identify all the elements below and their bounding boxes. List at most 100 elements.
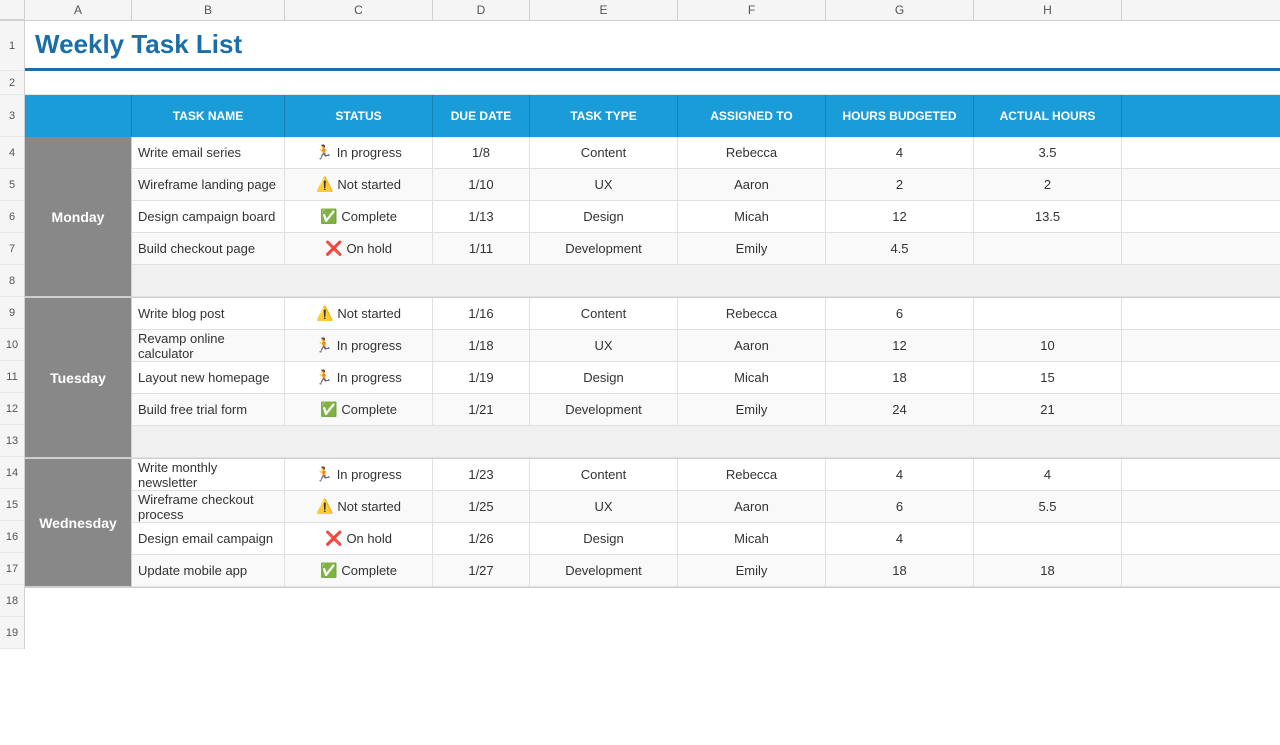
task-type: Development: [530, 555, 678, 586]
col-header-b: B: [132, 0, 285, 20]
task-name: Write email series: [132, 137, 285, 168]
status-label: Complete: [341, 402, 397, 417]
table-row: Update mobile app ✅ Complete 1/27 Develo…: [132, 555, 1280, 587]
due-date: 1/10: [433, 169, 530, 200]
actual-hours: [974, 233, 1122, 264]
th-status: STATUS: [285, 95, 433, 137]
status-icon: ✅: [320, 401, 337, 418]
monday-label: Monday: [25, 137, 132, 297]
wednesday-rows: Write monthly newsletter 🏃 In progress 1…: [132, 459, 1280, 587]
th-hours-budgeted: HOURS BUDGETED: [826, 95, 974, 137]
tuesday-label: Tuesday: [25, 298, 132, 458]
status-icon: ⚠️: [316, 176, 333, 193]
status-cell: ⚠️ Not started: [285, 491, 433, 522]
row-numbers: 1 2 3 4 5 6 7 8 9 10 11 12 13 14 15 16 1…: [0, 21, 25, 649]
task-name: Build free trial form: [132, 394, 285, 425]
task-name: Wireframe landing page: [132, 169, 285, 200]
row-num-11: 11: [0, 361, 24, 393]
spreadsheet: A B C D E F G H 1 2 3 4 5 6 7 8 9 10 11 …: [0, 0, 1280, 745]
assigned-to: Emily: [678, 233, 826, 264]
row-num-19: 19: [0, 617, 24, 649]
status-cell: ❌ On hold: [285, 523, 433, 554]
status-icon: ✅: [320, 562, 337, 579]
hours-budgeted: 6: [826, 298, 974, 329]
assigned-to: Rebecca: [678, 459, 826, 490]
table-row: Design campaign board ✅ Complete 1/13 De…: [132, 201, 1280, 233]
row-num-5: 5: [0, 169, 24, 201]
row-num-14: 14: [0, 457, 24, 489]
due-date: 1/11: [433, 233, 530, 264]
task-type: Design: [530, 523, 678, 554]
task-type: Content: [530, 137, 678, 168]
tuesday-section: Tuesday Write blog post ⚠️ Not started 1…: [25, 298, 1280, 459]
status-label: In progress: [337, 145, 402, 160]
row-num-18: 18: [0, 585, 24, 617]
due-date: 1/27: [433, 555, 530, 586]
actual-hours: 4: [974, 459, 1122, 490]
status-cell: 🏃 In progress: [285, 330, 433, 361]
col-header-d: D: [433, 0, 530, 20]
row-num-16: 16: [0, 521, 24, 553]
task-type: Development: [530, 394, 678, 425]
row-num-12: 12: [0, 393, 24, 425]
spreadsheet-title: Weekly Task List: [35, 29, 242, 60]
th-task-type: TASK TYPE: [530, 95, 678, 137]
row-num-17: 17: [0, 553, 24, 585]
tuesday-rows: Write blog post ⚠️ Not started 1/16 Cont…: [132, 298, 1280, 458]
task-name: Update mobile app: [132, 555, 285, 586]
status-cell: ✅ Complete: [285, 201, 433, 232]
monday-section: Monday Write email series 🏃 In progress …: [25, 137, 1280, 298]
row-num-7: 7: [0, 233, 24, 265]
table-row: Revamp online calculator 🏃 In progress 1…: [132, 330, 1280, 362]
status-cell: 🏃 In progress: [285, 459, 433, 490]
task-name: Write monthly newsletter: [132, 459, 285, 490]
th-actual-hours: ACTUAL HOURS: [974, 95, 1122, 137]
task-name: Write blog post: [132, 298, 285, 329]
row-num-6: 6: [0, 201, 24, 233]
assigned-to: Emily: [678, 394, 826, 425]
due-date: 1/8: [433, 137, 530, 168]
assigned-to: Micah: [678, 362, 826, 393]
row-num-10: 10: [0, 329, 24, 361]
hours-budgeted: 12: [826, 201, 974, 232]
status-cell: ❌ On hold: [285, 233, 433, 264]
col-header-c: C: [285, 0, 433, 20]
status-icon: ❌: [325, 240, 342, 257]
column-header-row: A B C D E F G H: [0, 0, 1280, 21]
status-icon: ⚠️: [316, 498, 333, 515]
title-row: Weekly Task List: [25, 21, 1280, 71]
table-row: Write monthly newsletter 🏃 In progress 1…: [132, 459, 1280, 491]
task-type: Design: [530, 362, 678, 393]
row-num-9: 9: [0, 297, 24, 329]
row-num-2: 2: [0, 71, 24, 95]
status-icon: ❌: [325, 530, 342, 547]
due-date: 1/19: [433, 362, 530, 393]
table-row: Layout new homepage 🏃 In progress 1/19 D…: [132, 362, 1280, 394]
hours-budgeted: 4: [826, 523, 974, 554]
hours-budgeted: 6: [826, 491, 974, 522]
hours-budgeted: 18: [826, 362, 974, 393]
hours-budgeted: 12: [826, 330, 974, 361]
task-type: UX: [530, 330, 678, 361]
status-label: Not started: [337, 499, 401, 514]
actual-hours: 13.5: [974, 201, 1122, 232]
status-cell: ✅ Complete: [285, 394, 433, 425]
col-header-e: E: [530, 0, 678, 20]
due-date: 1/18: [433, 330, 530, 361]
hours-budgeted: 18: [826, 555, 974, 586]
due-date: 1/25: [433, 491, 530, 522]
status-label: In progress: [337, 338, 402, 353]
row-num-15: 15: [0, 489, 24, 521]
status-label: Complete: [341, 563, 397, 578]
th-assigned-to: ASSIGNED TO: [678, 95, 826, 137]
task-name: Build checkout page: [132, 233, 285, 264]
wednesday-section: Wednesday Write monthly newsletter 🏃 In …: [25, 459, 1280, 588]
status-label: On hold: [346, 241, 392, 256]
assigned-to: Micah: [678, 201, 826, 232]
status-cell: 🏃 In progress: [285, 137, 433, 168]
due-date: 1/23: [433, 459, 530, 490]
hours-budgeted: 4: [826, 459, 974, 490]
due-date: 1/16: [433, 298, 530, 329]
actual-hours: 15: [974, 362, 1122, 393]
th-due-date: DUE DATE: [433, 95, 530, 137]
